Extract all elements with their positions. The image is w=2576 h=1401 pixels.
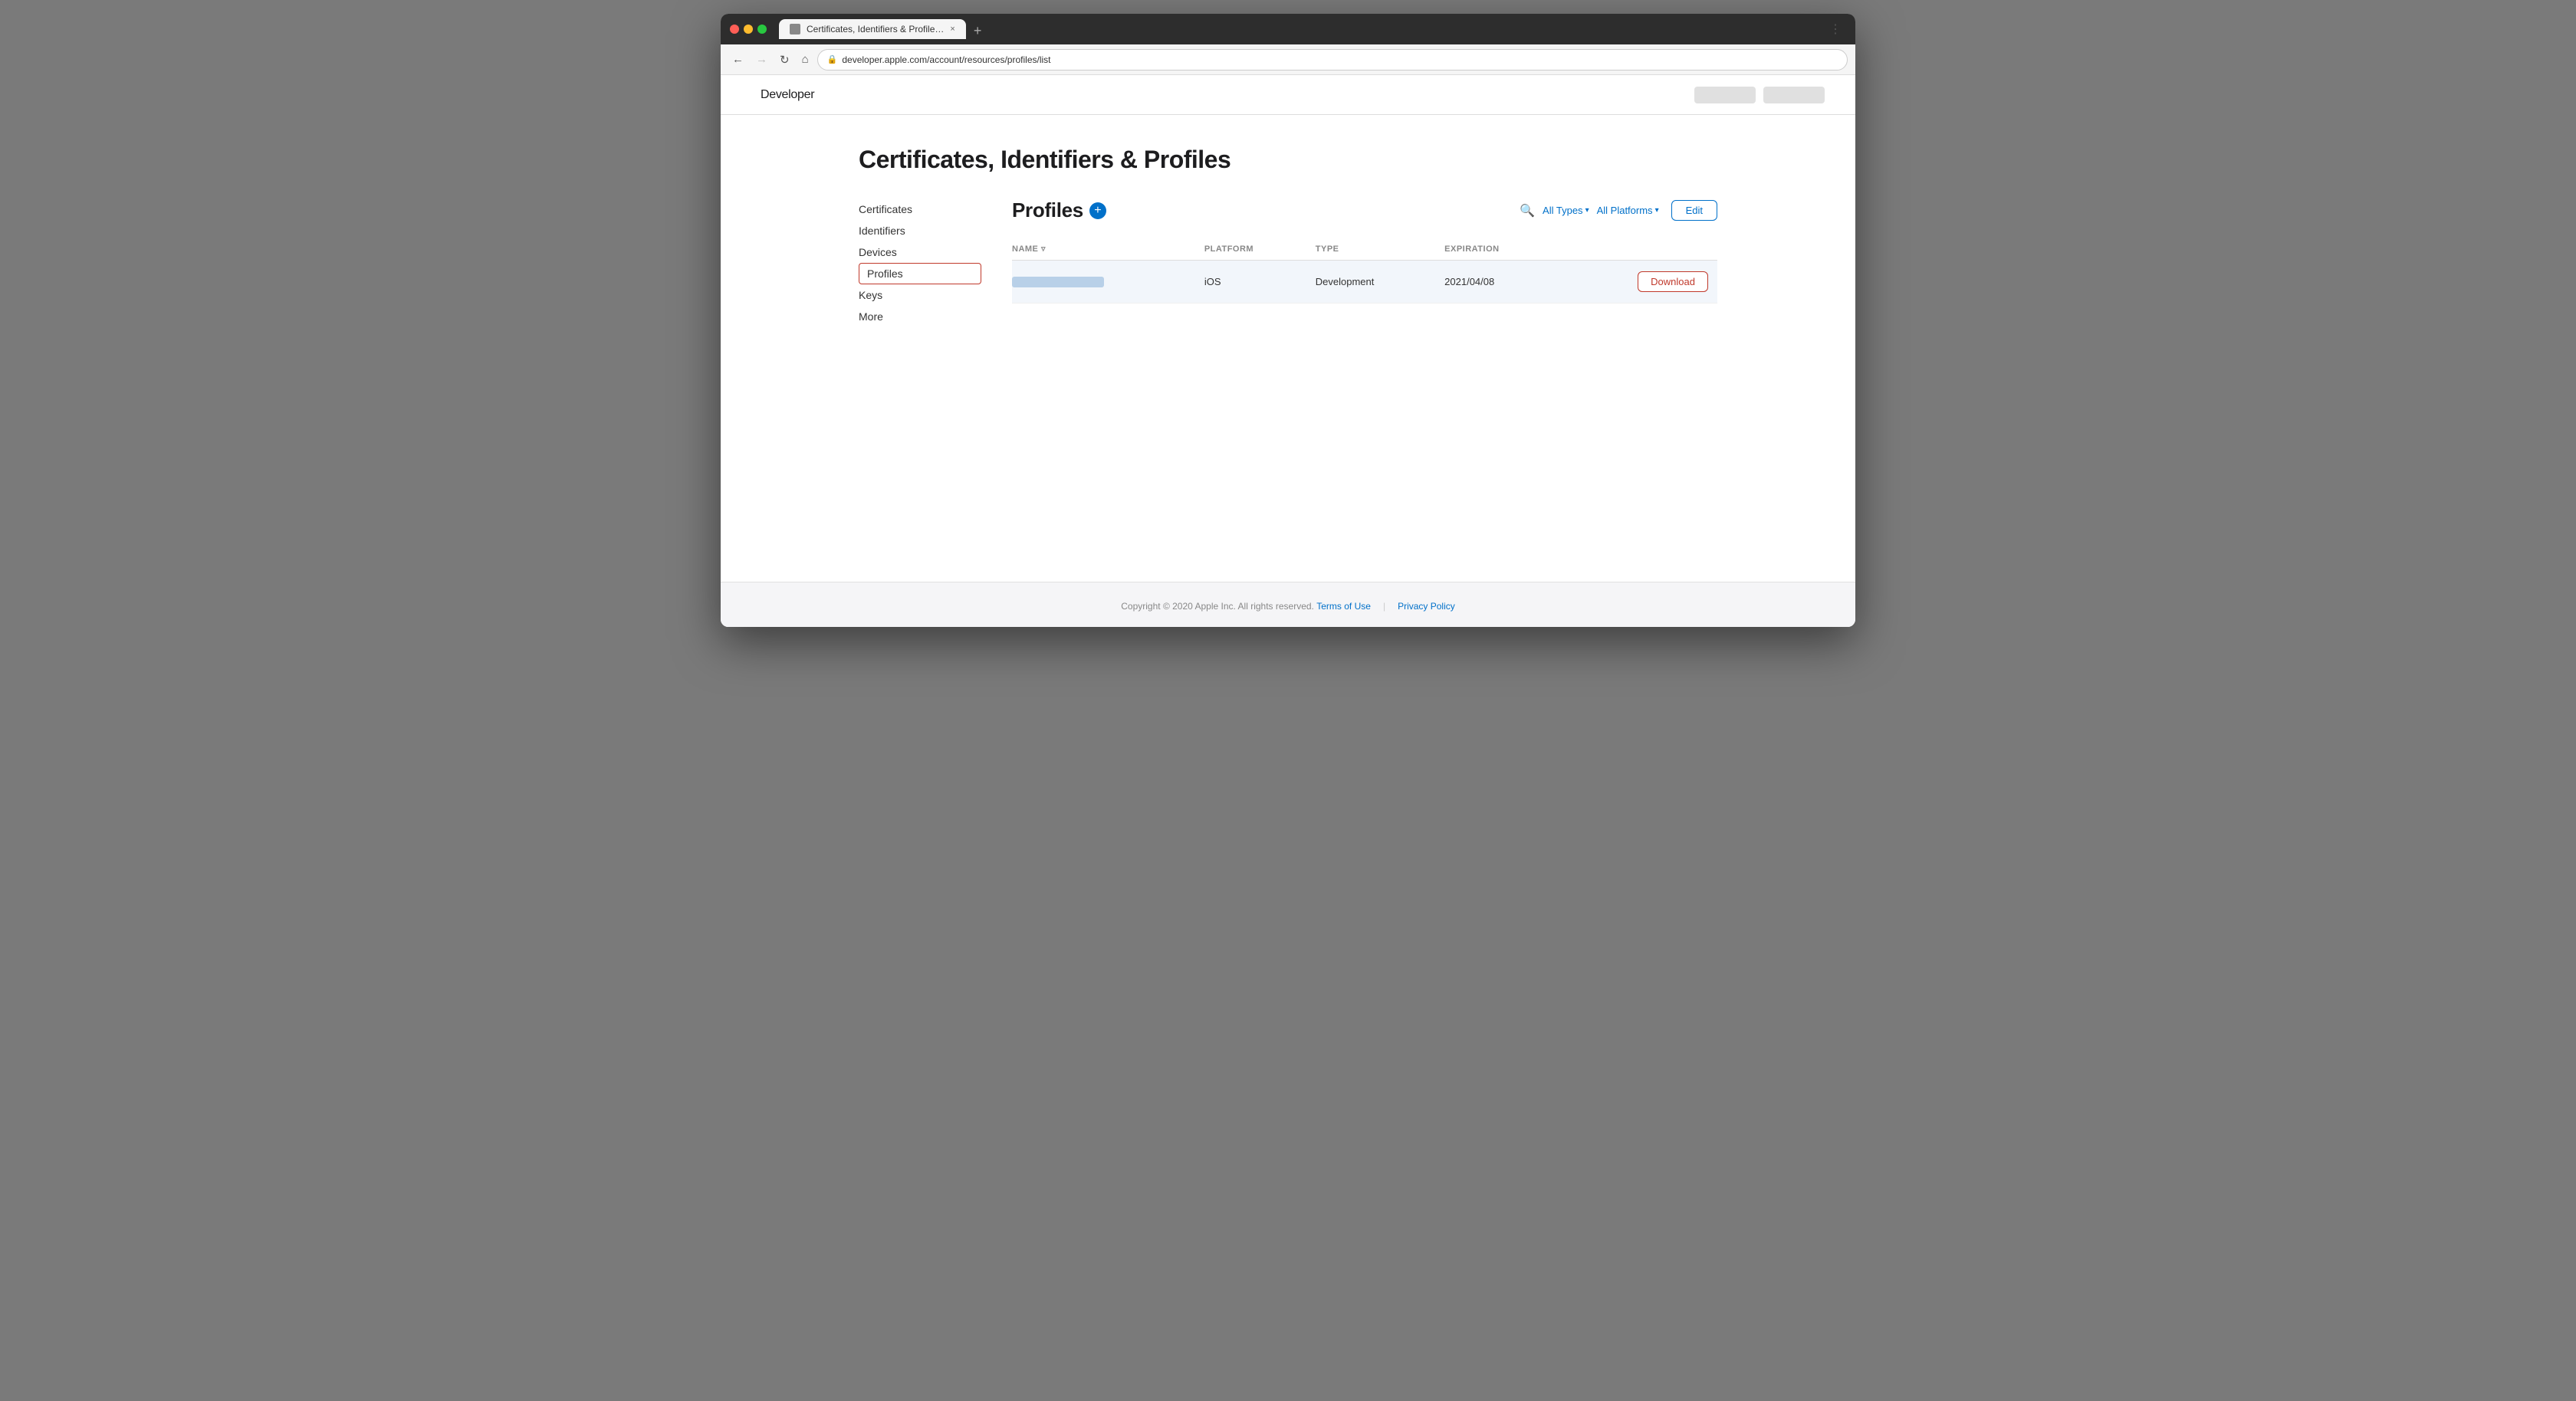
all-platforms-label: All Platforms — [1597, 205, 1653, 216]
sidebar-item-certificates[interactable]: Certificates — [859, 199, 981, 220]
header-button-2[interactable] — [1763, 87, 1825, 103]
browser-titlebar: Certificates, Identifiers & Profile… × +… — [721, 14, 1855, 44]
all-platforms-chevron-icon: ▾ — [1655, 206, 1659, 215]
cell-expiration: 2021/04/08 — [1444, 261, 1566, 303]
col-header-platform: PLATFORM — [1204, 238, 1316, 261]
maximize-window-button[interactable] — [757, 25, 767, 34]
panel-header: Profiles + 🔍 All Types ▾ All Platforms ▾ — [1012, 199, 1717, 222]
address-bar[interactable]: 🔒 developer.apple.com/account/resources/… — [817, 49, 1848, 71]
close-window-button[interactable] — [730, 25, 739, 34]
profile-name-placeholder — [1012, 277, 1104, 287]
edit-button[interactable]: Edit — [1671, 200, 1717, 221]
sidebar-item-profiles[interactable]: Profiles — [859, 263, 981, 284]
col-header-type: TYPE — [1316, 238, 1444, 261]
profile-name-cell — [1012, 277, 1195, 287]
browser-window: Certificates, Identifiers & Profile… × +… — [721, 14, 1855, 627]
forward-button[interactable]: → — [752, 50, 771, 69]
copyright-text: Copyright © 2020 Apple Inc. All rights r… — [1121, 601, 1314, 612]
developer-brand: Developer — [761, 88, 814, 102]
page-title: Certificates, Identifiers & Profiles — [859, 146, 1717, 174]
col-header-name: NAME ▿ — [1012, 238, 1204, 261]
add-profile-button[interactable]: + — [1089, 202, 1106, 219]
sidebar-item-more[interactable]: More — [859, 306, 981, 327]
panel-title: Profiles — [1012, 199, 1083, 222]
refresh-button[interactable]: ↻ — [776, 50, 794, 70]
table-header-row: NAME ▿ PLATFORM TYPE EXPIRATION — [1012, 238, 1717, 261]
header-actions — [1694, 87, 1825, 103]
download-button[interactable]: Download — [1638, 271, 1708, 292]
content-layout: Certificates Identifiers Devices Profile… — [859, 199, 1717, 327]
col-header-expiration: EXPIRATION — [1444, 238, 1566, 261]
sidebar: Certificates Identifiers Devices Profile… — [859, 199, 981, 327]
new-tab-button[interactable]: + — [969, 23, 987, 39]
traffic-lights — [730, 25, 767, 34]
cell-platform: iOS — [1204, 261, 1316, 303]
all-types-chevron-icon: ▾ — [1585, 206, 1589, 215]
developer-header: Developer — [721, 75, 1855, 115]
active-tab[interactable]: Certificates, Identifiers & Profile… × — [779, 19, 966, 39]
cell-type: Development — [1316, 261, 1444, 303]
sidebar-item-identifiers[interactable]: Identifiers — [859, 220, 981, 241]
cell-name — [1012, 261, 1204, 303]
col-header-action — [1566, 238, 1717, 261]
url-text: developer.apple.com/account/resources/pr… — [842, 54, 1050, 65]
minimize-window-button[interactable] — [744, 25, 753, 34]
all-types-filter[interactable]: All Types ▾ — [1543, 205, 1589, 216]
privacy-policy-link[interactable]: Privacy Policy — [1398, 601, 1455, 612]
tab-close-button[interactable]: × — [950, 25, 955, 34]
main-content: Certificates, Identifiers & Profiles Cer… — [828, 115, 1748, 582]
cell-action: Download — [1566, 261, 1717, 303]
tab-favicon-icon — [790, 24, 800, 34]
terms-of-use-link[interactable]: Terms of Use — [1316, 601, 1371, 612]
browser-menu-button[interactable]: ⋮ — [1825, 18, 1846, 40]
sidebar-item-devices[interactable]: Devices — [859, 241, 981, 263]
back-button[interactable]: ← — [728, 50, 748, 69]
all-platforms-filter[interactable]: All Platforms ▾ — [1597, 205, 1659, 216]
sort-icon: ▿ — [1041, 244, 1046, 254]
tab-title: Certificates, Identifiers & Profile… — [807, 24, 944, 34]
header-button-1[interactable] — [1694, 87, 1756, 103]
search-button[interactable]: 🔍 — [1520, 203, 1535, 218]
lock-icon: 🔒 — [827, 54, 838, 64]
profiles-panel: Profiles + 🔍 All Types ▾ All Platforms ▾ — [1012, 199, 1717, 327]
page-footer: Copyright © 2020 Apple Inc. All rights r… — [721, 582, 1855, 627]
footer-links: Terms of Use | Privacy Policy — [1316, 601, 1455, 612]
tab-bar: Certificates, Identifiers & Profile… × + — [779, 19, 1819, 39]
footer-divider: | — [1383, 601, 1385, 612]
sidebar-item-keys[interactable]: Keys — [859, 284, 981, 306]
home-button[interactable]: ⌂ — [798, 50, 813, 69]
page-content: Developer Certificates, Identifiers & Pr… — [721, 75, 1855, 627]
browser-toolbar: ← → ↻ ⌂ 🔒 developer.apple.com/account/re… — [721, 44, 1855, 75]
profiles-table: NAME ▿ PLATFORM TYPE EXPIRATION — [1012, 238, 1717, 303]
panel-filters: 🔍 All Types ▾ All Platforms ▾ Edit — [1520, 200, 1717, 221]
table-row: iOS Development 2021/04/08 Download — [1012, 261, 1717, 303]
all-types-label: All Types — [1543, 205, 1583, 216]
